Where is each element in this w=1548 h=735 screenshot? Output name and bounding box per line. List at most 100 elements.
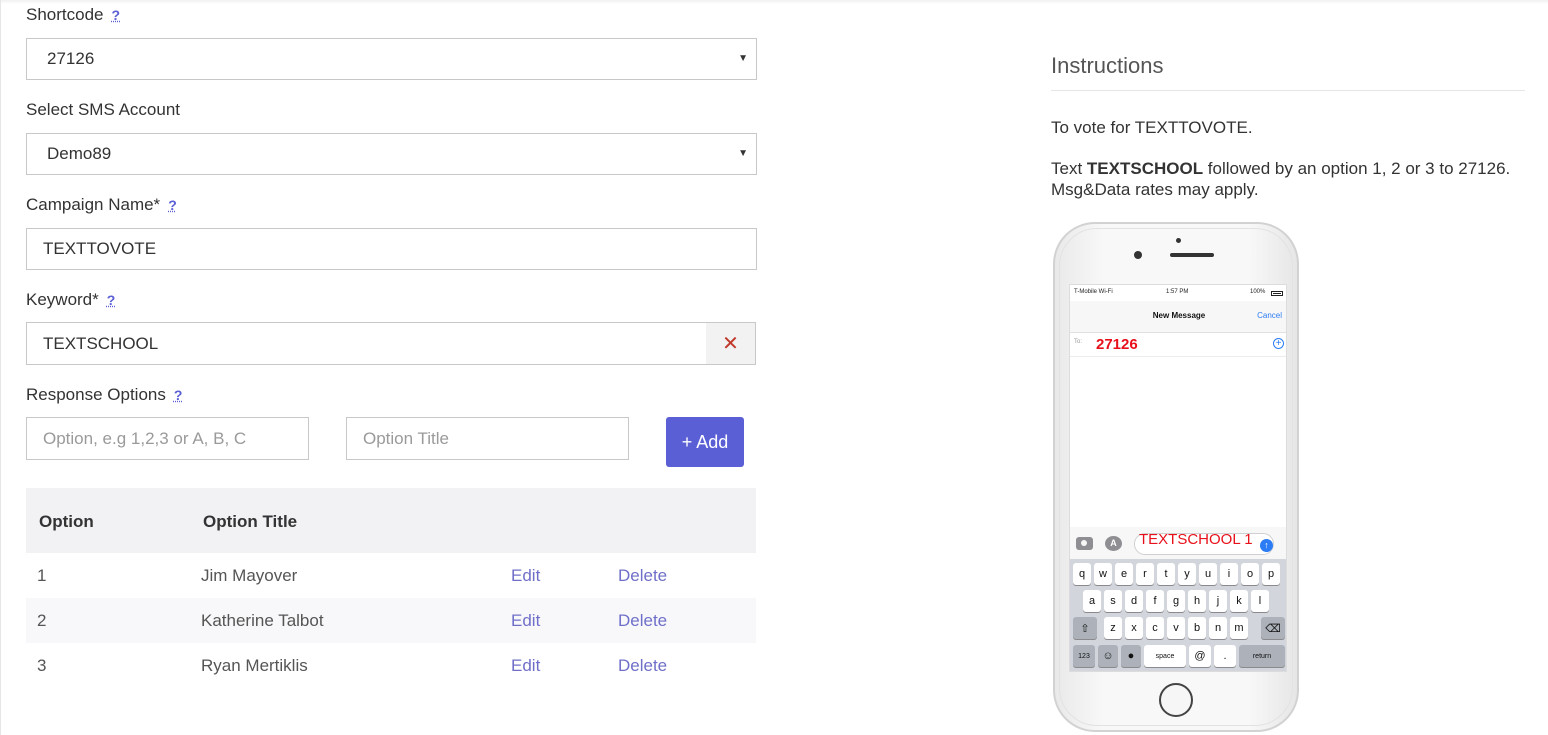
shortcode-label: Shortcode? (26, 5, 120, 25)
send-icon[interactable]: ↑ (1260, 539, 1273, 552)
key[interactable]: r (1136, 563, 1154, 585)
shift-key[interactable]: ⇧ (1073, 617, 1097, 639)
keyword-label-text: Keyword* (26, 290, 99, 309)
option-title-input[interactable]: Option Title (346, 417, 629, 460)
header-option-title: Option Title (203, 512, 298, 531)
backspace-key[interactable]: ⌫ (1261, 617, 1285, 639)
key[interactable]: k (1230, 590, 1248, 612)
keyword-label: Keyword*? (26, 290, 115, 310)
clear-keyword-button[interactable]: ✕ (706, 322, 756, 365)
dot-key[interactable]: . (1214, 645, 1236, 667)
message-navbar: New Message Cancel (1070, 301, 1286, 333)
row-title: Jim Mayover (201, 566, 298, 585)
instructions-keyword: TEXTSCHOOL (1086, 159, 1204, 178)
instructions-prefix: Text (1051, 159, 1087, 178)
return-key[interactable]: return (1239, 645, 1285, 667)
key[interactable]: g (1167, 590, 1185, 612)
key[interactable]: q (1073, 563, 1091, 585)
key[interactable]: w (1094, 563, 1112, 585)
delete-link[interactable]: Delete (618, 566, 667, 586)
edit-link[interactable]: Edit (511, 611, 540, 631)
keyword-value: TEXTSCHOOL (43, 333, 159, 353)
camera-icon[interactable] (1076, 537, 1093, 550)
table-row: 2 Katherine Talbot Edit Delete (26, 598, 756, 643)
delete-link[interactable]: Delete (618, 611, 667, 631)
key[interactable]: u (1199, 563, 1217, 585)
key[interactable]: e (1115, 563, 1133, 585)
phone-screen: T-Mobile Wi-Fi 1:57 PM 100% New Message … (1069, 284, 1287, 672)
option-input[interactable]: Option, e.g 1,2,3 or A, B, C (26, 417, 309, 460)
key[interactable]: y (1178, 563, 1196, 585)
app-store-icon[interactable]: A (1105, 536, 1122, 551)
key[interactable]: p (1262, 563, 1280, 585)
help-icon[interactable]: ? (174, 387, 183, 403)
table-row: 3 Ryan Mertiklis Edit Delete (26, 643, 756, 688)
sms-account-label: Select SMS Account (26, 100, 181, 119)
help-icon[interactable]: ? (112, 7, 121, 23)
chevron-down-icon: ▼ (738, 53, 748, 64)
edit-link[interactable]: Edit (511, 656, 540, 676)
key[interactable]: j (1209, 590, 1227, 612)
key[interactable]: l (1251, 590, 1269, 612)
row-title: Katherine Talbot (201, 611, 324, 630)
numbers-key[interactable]: 123 (1073, 645, 1095, 667)
row-option: 1 (37, 566, 47, 585)
help-icon[interactable]: ? (168, 197, 177, 213)
phone-mockup: T-Mobile Wi-Fi 1:57 PM 100% New Message … (1053, 222, 1299, 732)
shortcode-value: 27126 (47, 49, 95, 68)
delete-link[interactable]: Delete (618, 656, 667, 676)
key[interactable]: a (1083, 590, 1101, 612)
camera-icon (1134, 251, 1142, 259)
instructions-line-2: Text TEXTSCHOOL followed by an option 1,… (1051, 158, 1531, 179)
sms-account-value: Demo89 (47, 144, 112, 163)
help-icon[interactable]: ? (107, 292, 116, 308)
key[interactable]: d (1125, 590, 1143, 612)
battery-icon (1271, 291, 1283, 296)
sms-account-select[interactable]: Demo89 ▼ (26, 133, 757, 175)
space-key[interactable]: space (1144, 645, 1186, 667)
top-shadow (0, 0, 1548, 4)
emoji-key[interactable]: ☺ (1098, 645, 1118, 667)
table-row: 1 Jim Mayover Edit Delete (26, 553, 756, 598)
key[interactable]: n (1209, 617, 1227, 639)
option-placeholder: Option, e.g 1,2,3 or A, B, C (43, 428, 247, 448)
key[interactable]: v (1167, 617, 1185, 639)
key[interactable]: z (1104, 617, 1122, 639)
phone-sensor (1176, 238, 1181, 243)
key[interactable]: h (1188, 590, 1206, 612)
keyword-input[interactable]: TEXTSCHOOL (26, 322, 707, 365)
shortcode-select[interactable]: 27126 ▼ (26, 38, 757, 80)
battery-percent: 100% (1250, 289, 1266, 295)
edit-link[interactable]: Edit (511, 566, 540, 586)
status-bar: T-Mobile Wi-Fi 1:57 PM 100% (1070, 287, 1286, 299)
row-option: 2 (37, 611, 47, 630)
cancel-button[interactable]: Cancel (1257, 311, 1282, 320)
key[interactable]: s (1104, 590, 1122, 612)
key[interactable]: m (1230, 617, 1248, 639)
campaign-name-label-text: Campaign Name* (26, 195, 161, 214)
key[interactable]: f (1146, 590, 1164, 612)
key[interactable]: x (1125, 617, 1143, 639)
key[interactable]: i (1220, 563, 1238, 585)
instructions-line-3: Msg&Data rates may apply. (1051, 180, 1259, 199)
home-button (1159, 683, 1193, 717)
at-key[interactable]: @ (1189, 645, 1211, 667)
instructions-suffix: followed by an option 1, 2 or 3 to 27126… (1203, 159, 1511, 178)
instructions-line-1: To vote for TEXTTOVOTE. (1051, 118, 1253, 137)
add-contact-icon[interactable]: + (1273, 338, 1284, 349)
key[interactable]: t (1157, 563, 1175, 585)
add-option-button[interactable]: + Add (666, 417, 744, 467)
close-icon: ✕ (722, 333, 739, 355)
key[interactable]: b (1188, 617, 1206, 639)
campaign-name-label: Campaign Name*? (26, 195, 177, 215)
microphone-icon[interactable]: ● (1121, 645, 1141, 667)
nav-title: New Message (1152, 311, 1206, 320)
instructions-divider (1051, 90, 1525, 91)
campaign-name-input[interactable]: TEXTTOVOTE (26, 228, 757, 270)
shortcode-label-text: Shortcode (26, 5, 104, 24)
key[interactable]: c (1146, 617, 1164, 639)
response-options-label: Response Options? (26, 385, 182, 405)
compose-bar: A TEXTSCHOOL 1 ↑ (1070, 527, 1286, 559)
row-title: Ryan Mertiklis (201, 656, 308, 675)
key[interactable]: o (1241, 563, 1259, 585)
